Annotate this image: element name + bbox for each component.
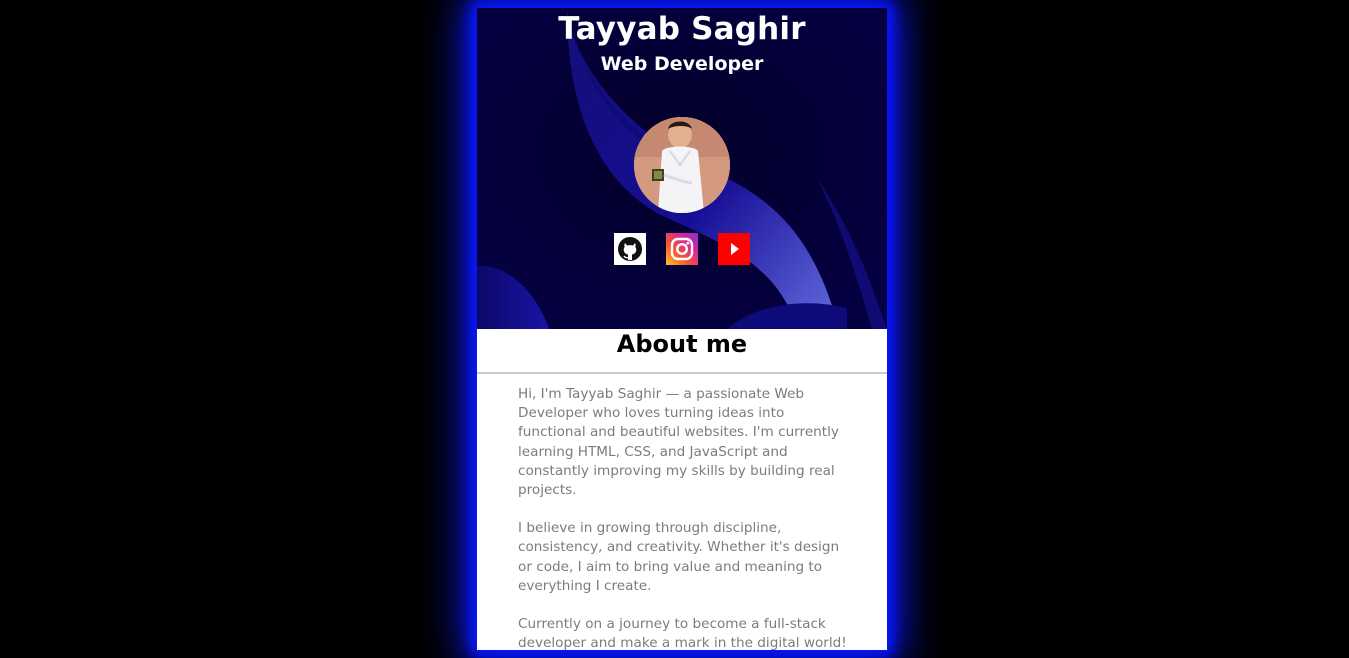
about-header: About me (477, 329, 887, 374)
profile-role: Web Developer (600, 53, 764, 75)
profile-card: Tayyab Saghir Web Developer About me Hi,… (477, 8, 887, 650)
profile-name: Tayyab Saghir (558, 11, 806, 47)
social-links (614, 233, 750, 265)
instagram-icon (666, 233, 698, 265)
avatar (634, 117, 730, 213)
youtube-icon (718, 233, 750, 265)
github-icon (614, 233, 646, 265)
about-paragraph: I believe in growing through discipline,… (518, 520, 840, 594)
about-text: Hi, I'm Tayyab Saghir — a passionate Web… (518, 385, 848, 650)
github-link[interactable] (614, 233, 646, 265)
avatar-photo (634, 117, 730, 213)
hero-section: Tayyab Saghir Web Developer (477, 8, 887, 329)
instagram-link[interactable] (666, 233, 698, 265)
about-title: About me (616, 330, 748, 358)
youtube-link[interactable] (718, 233, 750, 265)
about-paragraph: Hi, I'm Tayyab Saghir — a passionate Web… (518, 386, 839, 499)
about-paragraph: Currently on a journey to become a full-… (518, 616, 847, 650)
